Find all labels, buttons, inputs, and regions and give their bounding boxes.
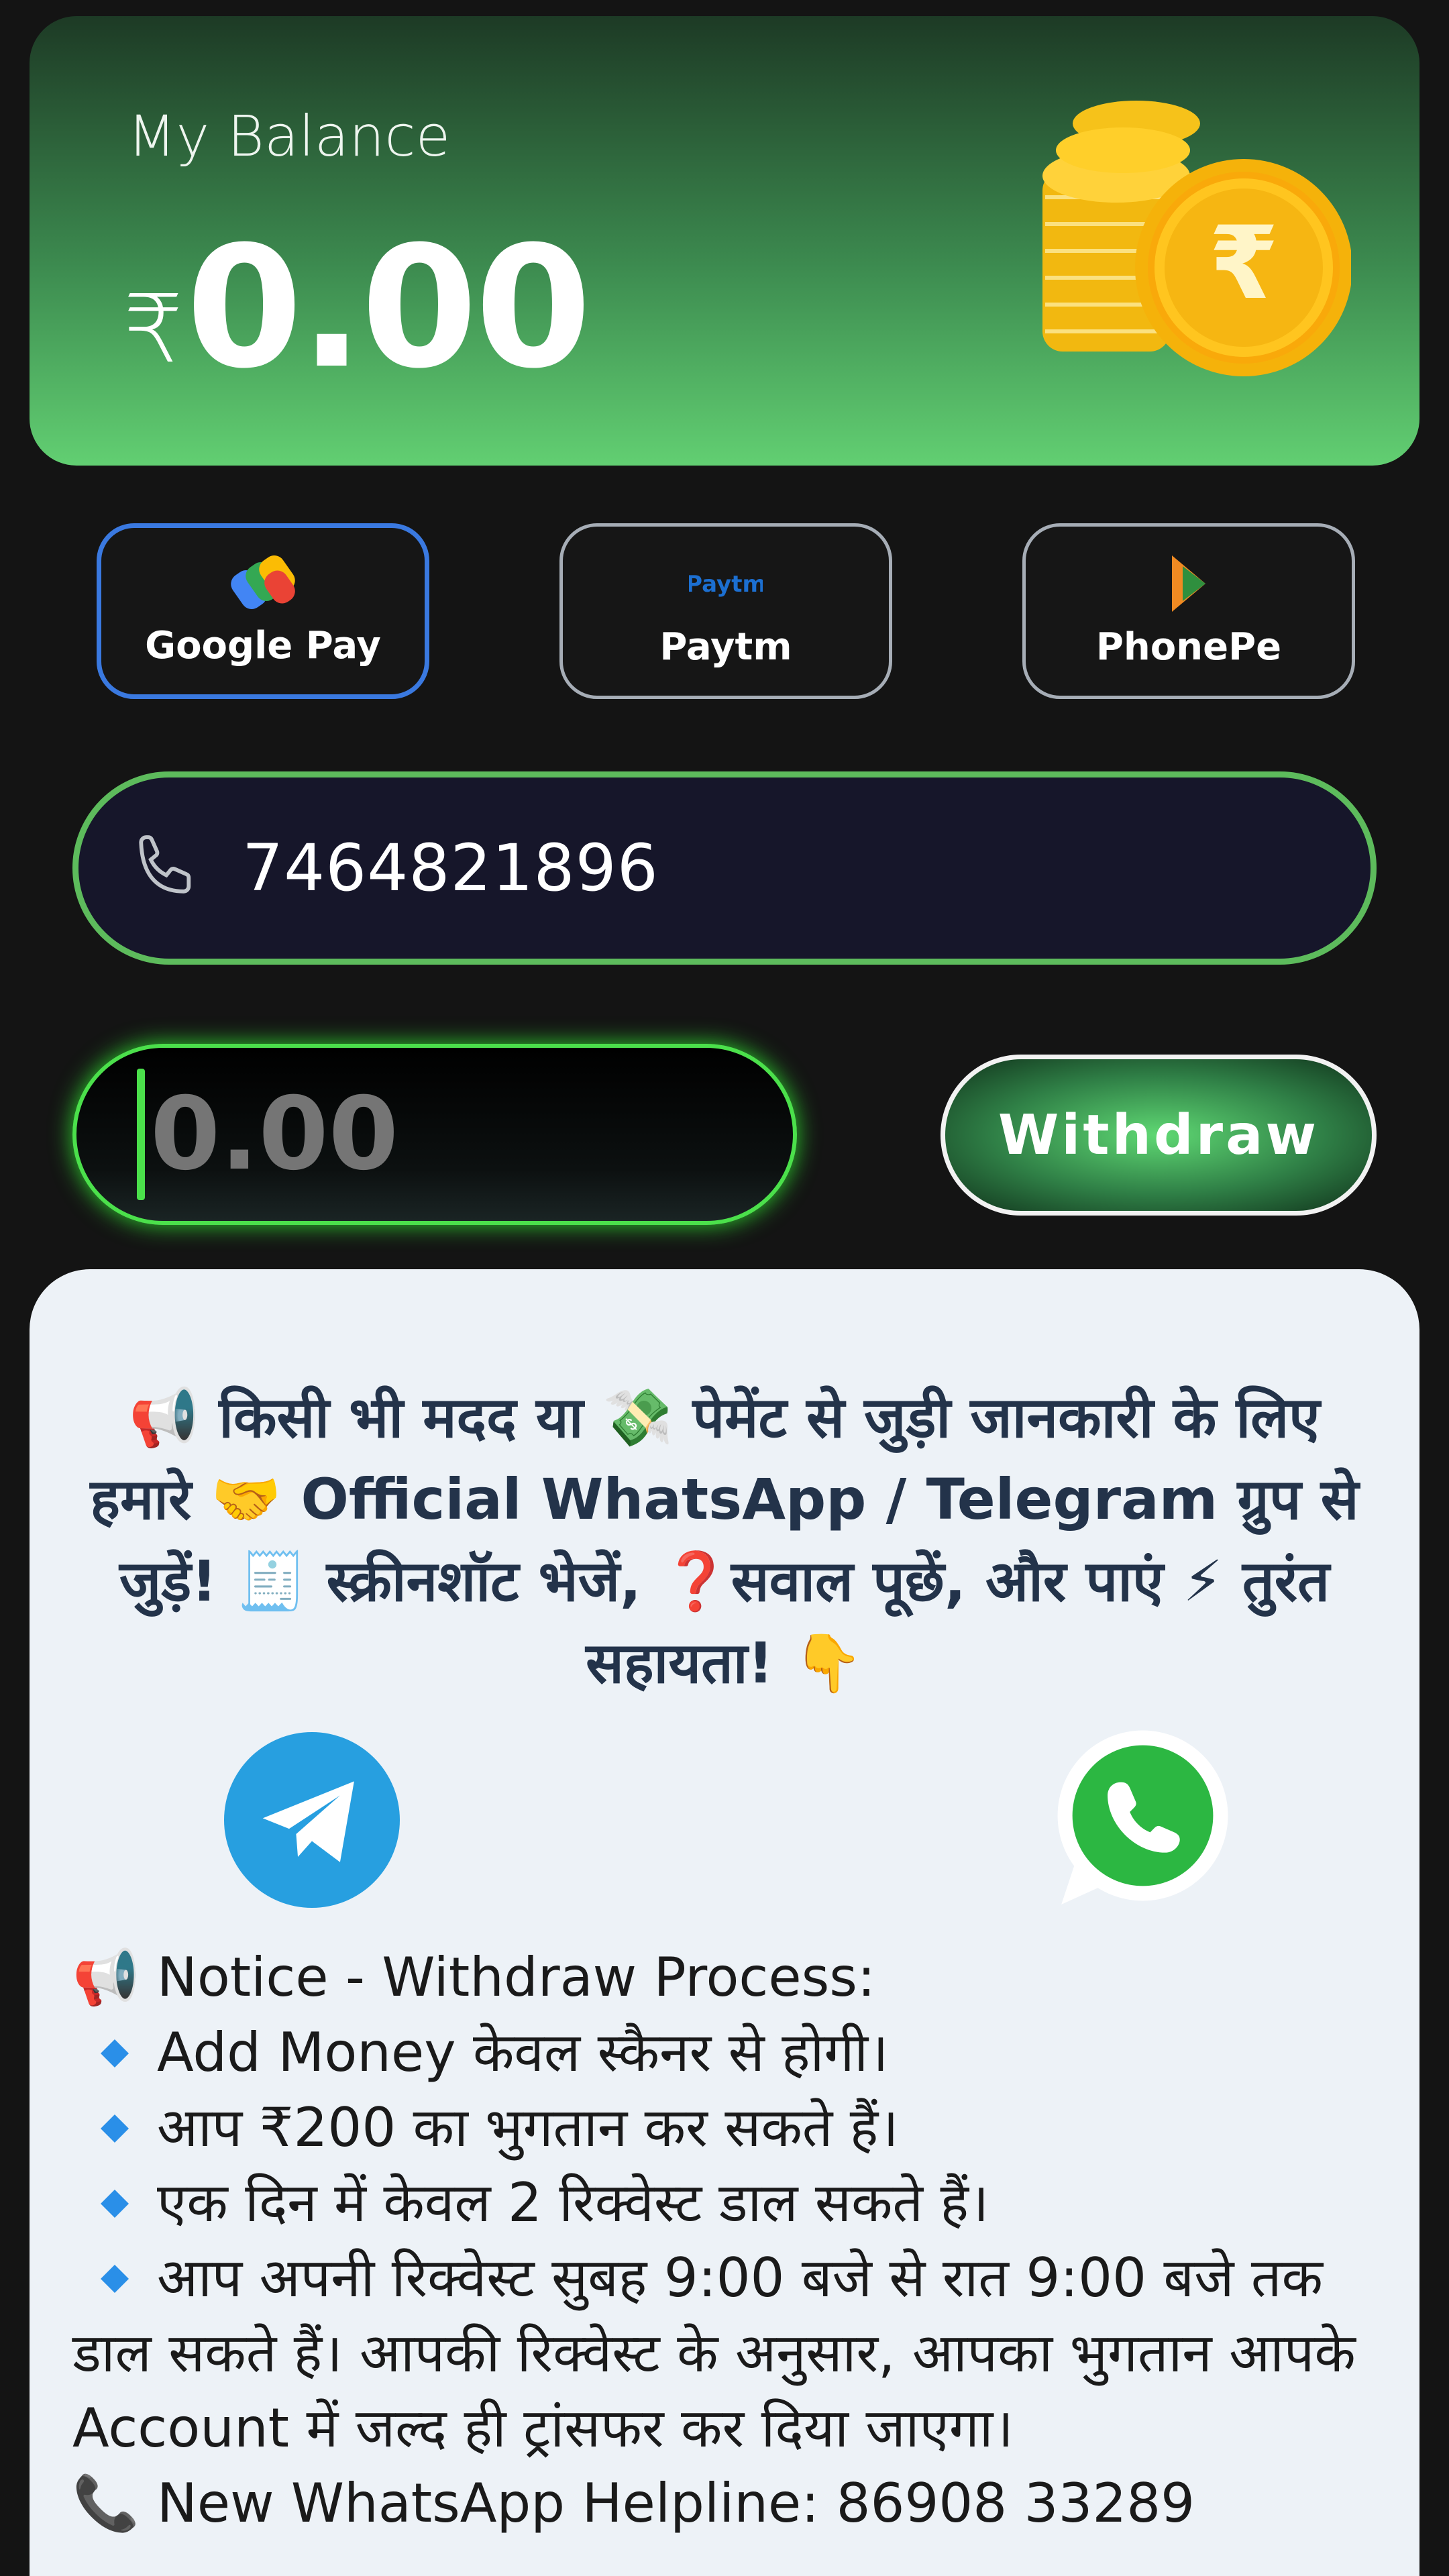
whatsapp-icon[interactable] bbox=[1046, 1727, 1232, 1912]
phone-number-value: 7464821896 bbox=[242, 830, 659, 906]
diamond-bullet-icon bbox=[101, 2265, 129, 2293]
balance-label: My Balance bbox=[127, 103, 451, 169]
notice-item-text: आप अपनी रिक्वेस्ट सुबह 9:00 बजे से रात 9… bbox=[157, 2247, 1323, 2309]
notice-item: आप ₹200 का भुगतान कर सकते हैं। bbox=[72, 2090, 1401, 2165]
helpline-text: New WhatsApp Helpline: 86908 33289 bbox=[157, 2472, 1195, 2534]
notice-section: 📢 Notice - Withdraw Process: Add Money क… bbox=[72, 1940, 1401, 2541]
phonepe-icon bbox=[1172, 555, 1205, 612]
svg-text:₹: ₹ bbox=[1209, 205, 1279, 322]
balance-amount: ₹ 0.00 bbox=[123, 210, 592, 405]
megaphone-icon: 📢 bbox=[72, 1946, 140, 2008]
amount-input[interactable] bbox=[150, 1076, 687, 1193]
balance-value: 0.00 bbox=[186, 210, 592, 405]
notice-item-text: एक दिन में केवल 2 रिक्वेस्ट डाल सकते हैं… bbox=[157, 2171, 989, 2234]
helpline-line: 📞 New WhatsApp Helpline: 86908 33289 bbox=[72, 2466, 1401, 2541]
withdraw-button[interactable]: Withdraw bbox=[941, 1055, 1377, 1216]
amount-field[interactable] bbox=[72, 1044, 797, 1225]
notice-item-text: Add Money केवल स्कैनर से होगी। bbox=[157, 2021, 889, 2084]
paytm-option[interactable]: Paytm Paytm bbox=[559, 523, 892, 699]
phonepe-label: PhonePe bbox=[1095, 625, 1282, 669]
telegram-icon[interactable] bbox=[224, 1732, 400, 1908]
google-pay-label: Google Pay bbox=[145, 624, 381, 667]
notice-item-text: आप ₹200 का भुगतान कर सकते हैं। bbox=[157, 2096, 899, 2159]
paytm-logo-text: Paytm bbox=[689, 571, 763, 598]
phonepe-option[interactable]: PhonePe bbox=[1022, 523, 1355, 699]
notice-title: Notice - Withdraw Process: bbox=[157, 1946, 875, 2008]
notice-item: Add Money केवल स्कैनर से होगी। bbox=[72, 2015, 1401, 2090]
support-headline: 📢 किसी भी मदद या 💸 पेमेंट से जुड़ी जानका… bbox=[90, 1385, 1359, 1696]
coins-icon: ₹ bbox=[1042, 101, 1351, 376]
google-pay-option[interactable]: Google Pay bbox=[97, 523, 429, 699]
text-caret bbox=[137, 1069, 145, 1200]
balance-card: My Balance ₹ 0.00 ₹ bbox=[30, 16, 1419, 466]
phone-icon bbox=[139, 835, 191, 894]
notice-continuation: डाल सकते हैं। आपकी रिक्वेस्ट के अनुसार, … bbox=[72, 2322, 1356, 2459]
paytm-label: Paytm bbox=[659, 625, 792, 669]
diamond-bullet-icon bbox=[101, 2114, 129, 2143]
paytm-icon: Paytm bbox=[689, 571, 763, 598]
info-card: 📢 किसी भी मदद या 💸 पेमेंट से जुड़ी जानका… bbox=[30, 1269, 1419, 2576]
notice-item: आप अपनी रिक्वेस्ट सुबह 9:00 बजे से रात 9… bbox=[72, 2241, 1401, 2316]
phone-number-field[interactable]: 7464821896 bbox=[72, 771, 1377, 965]
notice-item: एक दिन में केवल 2 रिक्वेस्ट डाल सकते हैं… bbox=[72, 2165, 1401, 2241]
balance-currency: ₹ bbox=[123, 275, 184, 384]
diamond-bullet-icon bbox=[101, 2039, 129, 2068]
diamond-bullet-icon bbox=[101, 2190, 129, 2218]
notice-title-line: 📢 Notice - Withdraw Process: bbox=[72, 1940, 1401, 2015]
phone-emoji-icon: 📞 bbox=[72, 2472, 140, 2534]
google-pay-icon bbox=[231, 555, 295, 609]
payment-methods: Google Pay Paytm Paytm PhonePe bbox=[0, 523, 1449, 699]
